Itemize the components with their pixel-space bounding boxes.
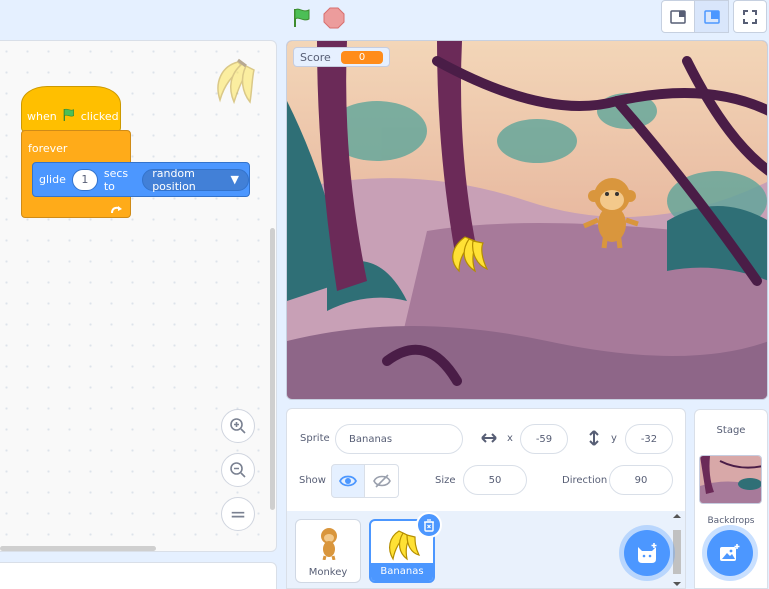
hat-when-label: when (27, 110, 57, 123)
monkey-thumbnail-icon (321, 528, 337, 560)
direction-input[interactable]: 90 (609, 465, 673, 495)
hat-block-content: when clicked (27, 107, 119, 126)
workspace-horizontal-scrollbar[interactable] (0, 546, 156, 551)
score-monitor-label: Score (300, 50, 331, 64)
show-sprite-eye-icon[interactable] (331, 464, 365, 498)
glide-label: glide (39, 173, 66, 186)
choose-backdrop-image-icon[interactable] (707, 530, 753, 576)
score-variable-monitor[interactable]: Score 0 (293, 47, 391, 67)
hat-clicked-label: clicked (80, 110, 119, 123)
bananas-sprite-ghost-icon (208, 56, 260, 108)
loop-arrow-icon (110, 200, 124, 214)
dropdown-caret-icon: ▼ (230, 173, 239, 186)
sprite-tile-name: Bananas (371, 563, 433, 581)
size-label: Size (435, 475, 456, 486)
stop-icon[interactable] (322, 6, 346, 30)
jungle-backdrop (287, 41, 767, 399)
stage-backdrop-thumbnail[interactable] (699, 455, 762, 504)
green-flag-icon (61, 107, 77, 126)
size-input[interactable]: 50 (463, 465, 527, 495)
zoom-out-icon[interactable] (221, 453, 255, 487)
normal-stage-icon[interactable] (695, 0, 729, 33)
sprite-tile-monkey[interactable]: Monkey (295, 519, 361, 583)
y-position-icon (587, 429, 601, 451)
glide-secs-input[interactable]: 1 (71, 168, 98, 191)
stage[interactable]: Score 0 (286, 40, 768, 400)
x-position-icon (480, 430, 498, 450)
direction-label: Direction (562, 475, 608, 486)
score-monitor-value: 0 (340, 50, 384, 64)
hide-sprite-eye-slash-icon[interactable] (365, 464, 399, 498)
glide-target-value: random position (152, 166, 196, 193)
y-label: y (611, 433, 617, 444)
top-toolbar (0, 0, 769, 36)
glide-target-dropdown[interactable]: random position ▼ (142, 166, 249, 193)
sprite-name-input[interactable]: Bananas (335, 424, 463, 454)
glide-secs-to-label: secs to (103, 166, 129, 193)
zoom-in-icon[interactable] (221, 409, 255, 443)
small-stage-icon[interactable] (661, 0, 695, 33)
green-flag-icon[interactable] (290, 6, 314, 30)
stage-size-toggle (661, 0, 729, 33)
show-label: Show (299, 475, 326, 486)
backdrops-label: Backdrops (707, 516, 755, 526)
x-label: x (507, 433, 513, 444)
bananas-thumbnail-icon (389, 530, 421, 561)
stage-panel-title: Stage (716, 425, 746, 436)
sprite-name-label: Sprite (300, 433, 330, 444)
sprite-list-scrollbar[interactable] (670, 512, 684, 588)
sprite-tile-name: Monkey (308, 567, 348, 578)
glide-to-block[interactable]: glide 1 secs to random position ▼ (32, 162, 250, 197)
forever-label: forever (28, 142, 68, 155)
choose-sprite-cat-icon[interactable] (624, 530, 670, 576)
zoom-reset-button[interactable]: = (221, 497, 255, 531)
code-workspace-footer (0, 562, 277, 589)
visibility-toggle (331, 464, 399, 498)
delete-sprite-trash-icon[interactable] (416, 512, 442, 538)
y-position-input[interactable]: -32 (625, 424, 673, 454)
fullscreen-icon[interactable] (733, 0, 767, 33)
x-position-input[interactable]: -59 (520, 424, 568, 454)
workspace-vertical-scrollbar[interactable] (270, 228, 275, 510)
